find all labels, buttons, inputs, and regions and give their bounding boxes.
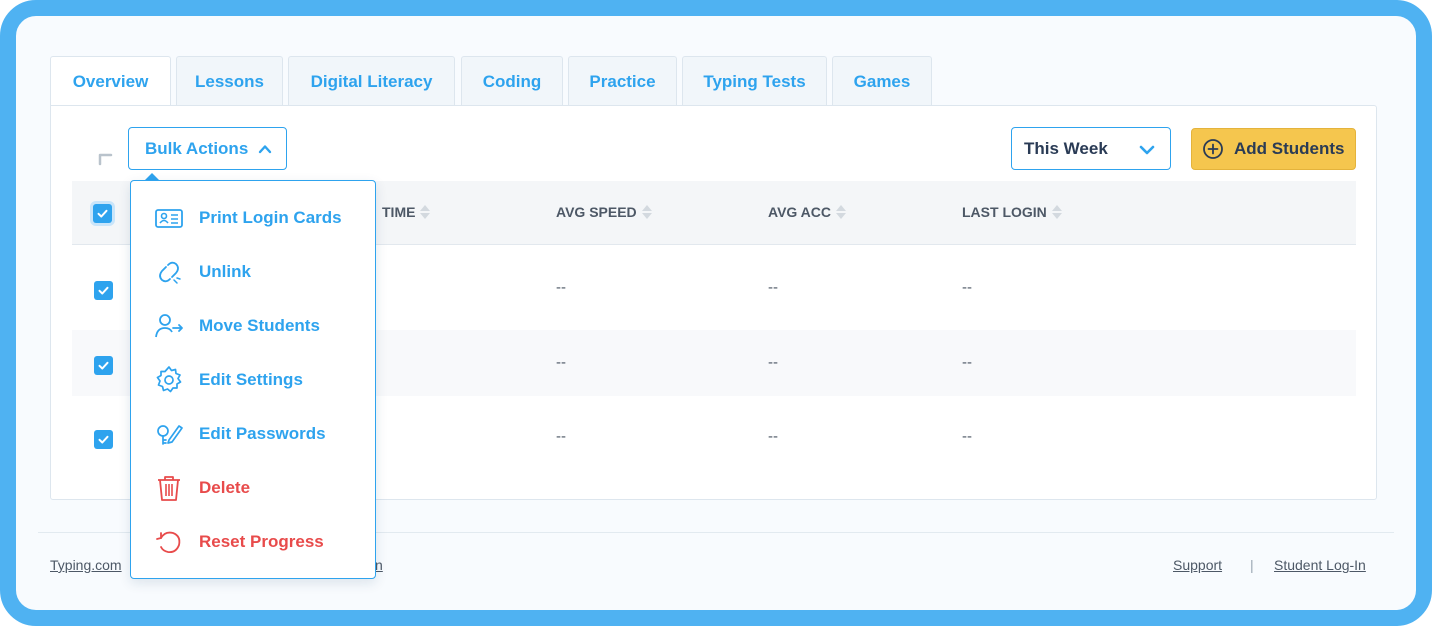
gear-icon: [156, 366, 182, 393]
avg-speed-cell: --: [556, 428, 566, 445]
sort-icon: [641, 205, 652, 219]
column-header-time[interactable]: TIME: [382, 204, 431, 220]
tab-typing-tests[interactable]: Typing Tests: [682, 56, 827, 106]
plus-circle-icon: [1203, 139, 1223, 159]
bulk-actions-label: Bulk Actions: [145, 138, 249, 158]
trash-icon: [158, 476, 180, 501]
bulk-actions-button[interactable]: Bulk Actions: [128, 127, 287, 170]
menu-item-unlink[interactable]: Unlink: [131, 245, 375, 299]
tab-digital-literacy[interactable]: Digital Literacy: [288, 56, 455, 106]
key-pencil-icon: [157, 425, 183, 445]
footer-typing-link[interactable]: Typing.com: [50, 557, 122, 573]
avg-speed-cell: --: [556, 354, 566, 371]
last-login-cell: --: [962, 279, 972, 296]
menu-item-move-students[interactable]: Move Students: [131, 299, 375, 353]
tab-practice[interactable]: Practice: [568, 56, 677, 106]
period-select-value: This Week: [1024, 138, 1108, 158]
menu-item-reset-progress[interactable]: Reset Progress: [131, 515, 375, 569]
footer-support-link[interactable]: Support: [1173, 557, 1222, 573]
sort-icon: [1051, 205, 1062, 219]
avg-acc-cell: --: [768, 428, 778, 445]
tab-coding[interactable]: Coding: [461, 56, 563, 106]
footer-separator: |: [1250, 557, 1254, 573]
row-checkbox[interactable]: [94, 356, 113, 375]
avg-acc-cell: --: [768, 354, 778, 371]
column-header-avg-acc[interactable]: AVG ACC: [768, 204, 847, 220]
undo-icon[interactable]: [92, 144, 116, 168]
avg-speed-cell: --: [556, 279, 566, 296]
tab-overview[interactable]: Overview: [50, 56, 171, 107]
select-all-checkbox[interactable]: [93, 204, 112, 223]
row-checkbox[interactable]: [94, 281, 113, 300]
column-header-last-login[interactable]: LAST LOGIN: [962, 204, 1063, 220]
footer-link-fragment[interactable]: n: [375, 557, 383, 573]
bulk-actions-menu: Print Login Cards Unlink Move Students E…: [130, 180, 376, 579]
add-students-button[interactable]: Add Students: [1191, 128, 1356, 170]
column-header-avg-speed[interactable]: AVG SPEED: [556, 204, 653, 220]
add-students-label: Add Students: [1234, 139, 1345, 158]
menu-item-edit-settings[interactable]: Edit Settings: [131, 353, 375, 407]
chevron-up-icon: [259, 144, 272, 153]
last-login-cell: --: [962, 354, 972, 371]
avg-acc-cell: --: [768, 279, 778, 296]
tab-lessons[interactable]: Lessons: [176, 56, 283, 106]
sort-icon: [836, 205, 846, 219]
tab-games[interactable]: Games: [832, 56, 932, 106]
sort-icon: [420, 205, 431, 219]
menu-item-delete[interactable]: Delete: [131, 461, 375, 515]
row-checkbox[interactable]: [94, 430, 113, 449]
last-login-cell: --: [962, 428, 972, 445]
period-select[interactable]: This Week: [1011, 127, 1171, 170]
footer-student-login-link[interactable]: Student Log-In: [1274, 557, 1366, 573]
user-move-icon: [155, 314, 183, 338]
menu-item-edit-passwords[interactable]: Edit Passwords: [131, 407, 375, 461]
reset-icon: [156, 531, 181, 554]
broken-link-icon: [159, 261, 181, 284]
chevron-down-icon: [1139, 145, 1155, 155]
id-card-icon: [155, 209, 183, 228]
menu-item-print-login-cards[interactable]: Print Login Cards: [131, 191, 375, 245]
